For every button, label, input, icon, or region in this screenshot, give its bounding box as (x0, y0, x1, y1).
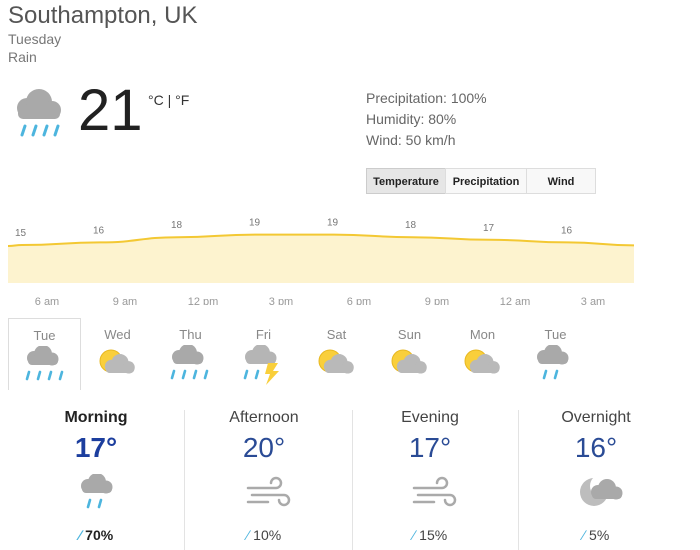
temperature-chart: 15 16 18 19 19 18 17 16 6 am 9 am 12 pm 3 pm 6 pm 9 p… (7, 218, 635, 305)
period-evening[interactable]: Evening 17° ∕ 15% (348, 400, 512, 548)
chart-value-label: 15 (15, 228, 27, 239)
forecast-day-6[interactable]: Mon (446, 318, 519, 390)
humidity-detail: Humidity: 80% (366, 111, 457, 127)
chart-x-tick-label: 6 am (35, 296, 59, 305)
period-precipitation: ∕ 10% (182, 527, 346, 543)
fahrenheit-unit[interactable]: °F (175, 92, 189, 108)
tab-wind[interactable]: Wind (526, 168, 596, 194)
forecast-day-label: Sat (326, 327, 347, 342)
rain-icon (25, 346, 64, 381)
period-precip-value: 5% (589, 527, 610, 543)
celsius-unit[interactable]: °C (148, 92, 164, 108)
chart-x-tick-label: 12 am (500, 296, 531, 305)
period-precip-value: 10% (253, 527, 282, 543)
precip-drop-icon: ∕ (246, 527, 250, 543)
chart-x-tick-label: 6 pm (347, 296, 371, 305)
light-rain-icon (537, 345, 569, 380)
current-day: Tuesday (8, 31, 62, 47)
chart-x-tick-label: 12 pm (188, 296, 219, 305)
daily-forecast: Tue Wed Thu Fri Sat Sun Mon Tue (8, 318, 648, 392)
partly-sunny-icon (391, 349, 427, 374)
period-temperature: 16° (574, 432, 618, 463)
chart-x-tick-label: 9 am (113, 296, 137, 305)
partly-sunny-icon (99, 349, 135, 374)
precip-drop-icon: ∕ (78, 527, 82, 543)
rain-cloud-icon (8, 88, 68, 140)
current-condition: Rain (8, 49, 37, 65)
chart-x-tick-label: 3 pm (269, 296, 293, 305)
period-temperature: 17° (74, 432, 118, 463)
thunderstorm-icon (243, 345, 279, 385)
chart-x-tick-label: 9 pm (425, 296, 449, 305)
current-temperature: 21 (78, 78, 143, 143)
period-precip-value: 15% (419, 527, 448, 543)
chart-value-label: 16 (561, 225, 573, 236)
chart-x-tick-label: 3 am (581, 296, 605, 305)
period-precipitation: ∕ 15% (348, 527, 512, 543)
period-name: Evening (401, 409, 459, 426)
period-name: Morning (64, 409, 128, 426)
chart-tabs: Temperature Precipitation Wind (366, 168, 596, 194)
period-morning[interactable]: Morning 17° ∕ 70% (14, 400, 178, 548)
tab-precipitation[interactable]: Precipitation (445, 168, 527, 194)
forecast-day-4[interactable]: Sat (300, 318, 373, 390)
period-temperature: 20° (242, 432, 286, 463)
forecast-day-7[interactable]: Tue (519, 318, 592, 390)
forecast-day-3[interactable]: Fri (227, 318, 300, 390)
day-periods: Morning 17° ∕ 70% Afternoon 20° ∕ 10% Evening 17°… (0, 400, 700, 550)
precip-drop-icon: ∕ (412, 527, 416, 543)
unit-separator: | (163, 92, 176, 108)
rain-icon (170, 345, 209, 380)
precipitation-detail: Precipitation: 100% (366, 90, 487, 106)
forecast-day-label: Sun (397, 327, 422, 342)
forecast-day-label: Mon (469, 327, 496, 342)
partly-sunny-icon (318, 349, 354, 374)
tab-temperature[interactable]: Temperature (366, 168, 446, 194)
forecast-day-label: Tue (33, 328, 56, 343)
precip-drop-icon: ∕ (582, 527, 586, 543)
period-name: Overnight (561, 409, 631, 426)
forecast-day-1[interactable]: Wed (81, 318, 154, 390)
period-overnight[interactable]: Overnight 16° ∕ 5% (514, 400, 678, 548)
location-title: Southampton, UK (8, 2, 198, 29)
wind-detail: Wind: 50 km/h (366, 132, 456, 148)
light-rain-icon (81, 474, 113, 509)
wind-icon (412, 476, 457, 507)
period-afternoon[interactable]: Afternoon 20° ∕ 10% (182, 400, 346, 548)
forecast-day-label: Fri (255, 327, 272, 342)
forecast-day-label: Tue (544, 327, 567, 342)
period-precip-value: 70% (85, 527, 114, 543)
chart-value-label: 19 (249, 218, 261, 229)
forecast-day-5[interactable]: Sun (373, 318, 446, 390)
chart-value-label: 18 (405, 220, 417, 231)
cloudy-night-icon (580, 474, 623, 506)
period-name: Afternoon (229, 409, 299, 426)
chart-value-label: 18 (171, 220, 183, 231)
forecast-day-label: Thu (179, 327, 202, 342)
period-precipitation: ∕ 5% (514, 527, 678, 543)
forecast-day-0[interactable]: Tue (8, 318, 81, 390)
unit-toggle: °C | °F (148, 92, 189, 108)
period-temperature: 17° (408, 432, 452, 463)
wind-icon (246, 476, 291, 507)
chart-value-label: 16 (93, 225, 105, 236)
partly-sunny-icon (464, 349, 500, 374)
period-precipitation: ∕ 70% (14, 527, 178, 543)
forecast-day-2[interactable]: Thu (154, 318, 227, 390)
chart-value-label: 17 (483, 223, 495, 234)
chart-value-label: 19 (327, 218, 339, 229)
forecast-day-label: Wed (104, 327, 131, 342)
